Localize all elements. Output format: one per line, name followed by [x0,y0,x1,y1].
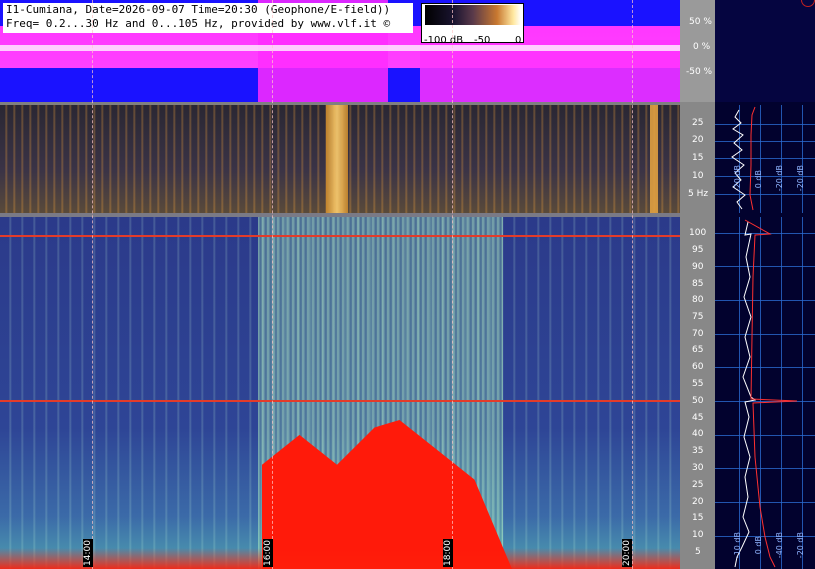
high-frequency-tick: 90 [692,262,704,272]
high-frequency-tick: 10 [692,530,704,540]
low-frequency-tick: 10 [692,171,704,181]
colorbar-min-label: -100 dB [424,35,464,46]
amplitude-tick: -50 % [686,67,713,77]
high-frequency-tick: 25 [692,480,704,490]
spectrum-side-panel-top [715,0,815,102]
high-frequency-tick: 100 [689,228,707,238]
time-label: 16:00 [263,539,273,567]
high-frequency-spectrum-trace [734,219,798,568]
time-marker-line [272,0,273,569]
amplitude-tick: 0 % [693,42,711,52]
colorbar-max-label: 0 [515,35,522,46]
spectrum-db-label: -40 dB [775,532,784,559]
colorbar-gradient [425,5,521,25]
low-frequency-tick: 20 [692,135,704,145]
high-frequency-tick: 45 [692,413,704,423]
high-frequency-tick: 75 [692,312,704,322]
frequency-info-line: Freq= 0.2...30 Hz and 0...105 Hz, provid… [6,17,391,30]
high-frequency-tick: 15 [692,513,704,523]
spectrum-db-label: -20 dB [775,165,784,192]
spectrum-db-label: -20 dB [796,165,805,192]
high-frequency-tick: 35 [692,446,704,456]
high-frequency-tick: 80 [692,295,704,305]
high-frequency-tick: 95 [692,245,704,255]
high-frequency-tick: 5 [695,547,701,557]
high-frequency-tick: 70 [692,329,704,339]
spectrogram-hotspot [326,105,348,213]
time-marker-line [92,0,93,569]
high-frequency-tick: 20 [692,497,704,507]
station-info-line: I1-Cumiana, Date=2026-09-07 Time=20:30 (… [6,3,391,16]
high-frequency-tick: 65 [692,345,704,355]
low-frequency-tick: 25 [692,118,704,128]
info-box: I1-Cumiana, Date=2026-09-07 Time=20:30 (… [3,3,413,33]
time-marker-line [632,0,633,569]
time-marker-line [452,0,453,569]
waveform-zero-line [0,45,680,51]
spectrogram-low-band [0,548,680,569]
hum-line-100hz [0,235,680,237]
spectrum-db-label: -20 dB [796,532,805,559]
spectrum-db-label: -20 dB [733,165,742,192]
colorbar-mid-label: -50 [474,35,491,46]
high-frequency-tick: 55 [692,379,704,389]
hum-line-50hz [0,400,680,402]
low-frequency-tick: 5 Hz [688,189,709,199]
low-frequency-tick: 15 [692,153,704,163]
spectrum-db-label: 0 dB [754,536,763,555]
high-frequency-tick: 50 [692,396,704,406]
spectrum-db-label: 0 dB [754,170,763,189]
spectrum-db-label: -10 dB [733,532,742,559]
high-frequency-tick: 40 [692,429,704,439]
time-label: 20:00 [622,539,632,567]
low-frequency-spectrum-trace [731,106,756,211]
high-frequency-tick: 30 [692,463,704,473]
spectrogram-hotspot [650,105,658,213]
time-label: 14:00 [83,539,93,567]
amplitude-tick: 50 % [689,17,712,27]
high-frequency-tick: 85 [692,279,704,289]
high-frequency-tick: 60 [692,362,704,372]
time-label: 18:00 [443,539,453,567]
